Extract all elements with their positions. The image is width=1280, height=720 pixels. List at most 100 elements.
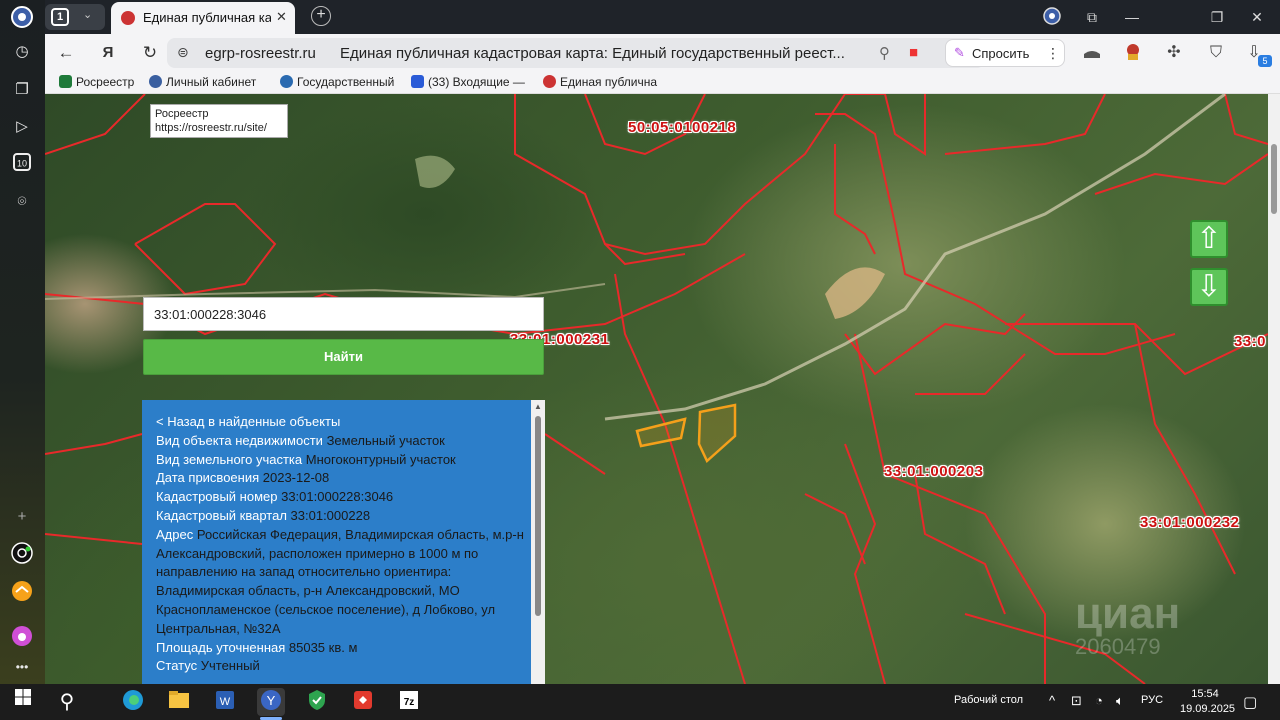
clock[interactable]: 15:54 19.09.2025	[1180, 687, 1235, 717]
calendar-icon[interactable]: 10	[10, 152, 34, 176]
site-info-icon[interactable]: ⊜	[177, 44, 189, 61]
bookmark-item[interactable]: Росреестр	[59, 75, 134, 91]
collections-icon[interactable]: ❐	[10, 78, 34, 102]
bookmark-favicon-icon	[149, 75, 162, 88]
info-scrollbar[interactable]: ▲	[531, 400, 545, 684]
ask-button[interactable]: ✎ Спросить ⋮	[945, 39, 1065, 67]
restore-button[interactable]: ❐	[1205, 6, 1229, 28]
security-app-icon[interactable]	[303, 688, 331, 716]
anydesk-icon[interactable]	[349, 688, 377, 716]
url-domain: egrp-rosreestr.ru	[205, 45, 316, 62]
wifi-icon[interactable]: ◔	[1095, 693, 1103, 708]
history-icon[interactable]: ◷	[10, 40, 34, 64]
yandex-logo-icon[interactable]: Я	[97, 42, 119, 64]
tooltip-title: Росреестр	[155, 108, 209, 120]
extensions-puzzle-icon[interactable]: ✣	[1163, 42, 1185, 64]
notifications-icon[interactable]: ▢	[1243, 693, 1257, 711]
info-row: Вид земельного участка Многоконтурный уч…	[156, 451, 456, 467]
scroll-thumb[interactable]	[535, 416, 541, 616]
chevron-down-icon: ⌄	[83, 9, 93, 21]
back-arrow-icon[interactable]: ←	[55, 42, 77, 64]
bookmark-favicon-icon	[543, 75, 556, 88]
file-explorer-icon[interactable]	[165, 688, 193, 716]
navigation-bar: ← Я ↻ ⊜ egrp-rosreestr.ru Единая публичн…	[45, 34, 1280, 72]
info-row: Кадастровый квартал 33:01:000228	[156, 507, 371, 523]
tab-strip: 1 ⌄ Единая публичная када ✕ + ⧉ — ❐ ✕	[45, 0, 1280, 34]
screen: ◷ ❐ ▷ 10 ⌾ + ••• 1 ⌄ Единая публичная ка…	[0, 0, 1280, 720]
chat-icon: ✎	[954, 45, 965, 60]
desktop-label[interactable]: Рабочий стол	[954, 694, 1023, 706]
info-row: Вид объекта недвижимости Земельный участ…	[156, 432, 445, 448]
add-panel-icon[interactable]: +	[10, 505, 34, 529]
pin-icon[interactable]: ⚲	[879, 44, 890, 62]
network-icon[interactable]: ⊡	[1071, 693, 1082, 709]
download-icon[interactable]	[1081, 42, 1103, 64]
reading-mode-icon[interactable]: ⧉	[1080, 6, 1104, 28]
cadastral-map[interactable]: 50:05:0100218 33:01:000231 33:01:000203 …	[45, 94, 1268, 684]
language-indicator[interactable]: РУС	[1141, 694, 1163, 706]
new-tab-button[interactable]: +	[311, 6, 331, 26]
tab-count: 1	[51, 8, 69, 26]
page-scroll-thumb[interactable]	[1271, 144, 1277, 214]
arrow-down-button[interactable]: ⇩	[1190, 268, 1228, 306]
bookmark-item[interactable]: Государственный	[280, 75, 398, 91]
reload-icon[interactable]: ↻	[139, 42, 161, 64]
search-icon[interactable]: ⚲	[53, 688, 81, 716]
back-to-results-link[interactable]: < Назад в найденные объекты	[156, 413, 526, 432]
watermark-brand: циан	[1075, 589, 1181, 638]
ask-button-label: Спросить	[972, 46, 1030, 61]
info-row: Статус Учтенный	[156, 658, 260, 674]
browser-logo-icon[interactable]	[10, 5, 34, 29]
screenshot-icon[interactable]: ⌾	[10, 190, 34, 214]
yandex-browser-icon[interactable]: Y	[257, 688, 285, 716]
more-icon[interactable]: •••	[10, 655, 34, 679]
quarter-label: 33:0	[1234, 333, 1267, 350]
svg-text:Y: Y	[267, 693, 276, 708]
close-icon[interactable]: ✕	[276, 9, 287, 25]
info-row: Площадь уточненная 85035 кв. м	[156, 639, 358, 655]
url-page-title: Единая публичная кадастровая карта: Един…	[340, 45, 845, 62]
address-bar[interactable]: ⊜ egrp-rosreestr.ru Единая публичная кад…	[167, 38, 985, 68]
svg-text:W: W	[220, 696, 231, 708]
tab-active[interactable]: Единая публичная када ✕	[111, 2, 295, 34]
assistant-icon[interactable]	[10, 625, 34, 649]
edge-icon[interactable]	[119, 688, 147, 716]
word-icon[interactable]: W	[211, 688, 239, 716]
chevron-up-icon[interactable]: ^	[1049, 693, 1055, 708]
taskbar: ⚲ W Y 7z Рабочий стол ^ ⊡ ◔ 🔈︎ РУС 15:54…	[0, 684, 1280, 720]
find-button[interactable]: Найти	[143, 339, 544, 375]
object-info-panel: < Назад в найденные объекты Вид объекта …	[142, 400, 545, 684]
svg-text:10: 10	[17, 159, 27, 169]
tab-counter-button[interactable]: 1 ⌄	[45, 4, 105, 30]
bookmark-item[interactable]: Личный кабинет	[149, 75, 267, 91]
alice-icon[interactable]	[10, 542, 34, 566]
7zip-icon[interactable]: 7z	[395, 688, 423, 716]
arrow-up-button[interactable]: ⇧	[1190, 220, 1228, 258]
svg-text:7z: 7z	[404, 697, 415, 708]
page-scrollbar[interactable]	[1268, 94, 1280, 684]
link-tooltip: Росреестр https://rosreestr.ru/site/	[150, 104, 288, 138]
close-window-button[interactable]: ✕	[1245, 6, 1269, 28]
tooltip-url: https://rosreestr.ru/site/	[155, 122, 267, 134]
quarter-label: 33:01:000203	[884, 463, 984, 480]
watermark-phone: 2060479	[1075, 634, 1161, 659]
bookmark-item[interactable]: (33) Входящие —	[411, 75, 525, 91]
bookmark-icon[interactable]: ■	[909, 44, 918, 61]
bookmark-favicon-icon	[59, 75, 72, 88]
shield-icon[interactable]: ⛉	[1205, 42, 1227, 64]
extension-avatar-icon[interactable]	[1122, 42, 1144, 64]
video-icon[interactable]: ▷	[10, 115, 34, 139]
more-vertical-icon[interactable]: ⋮	[1046, 45, 1060, 62]
browser-sidebar: ◷ ❐ ▷ 10 ⌾ + •••	[0, 0, 45, 684]
windows-start-icon[interactable]	[9, 688, 37, 716]
bookmark-item[interactable]: Единая публична	[543, 75, 661, 91]
profile-icon[interactable]	[1040, 6, 1064, 28]
scroll-up-icon[interactable]: ▲	[534, 402, 542, 411]
volume-icon[interactable]: 🔈︎	[1116, 693, 1124, 709]
cadastral-search-input[interactable]	[143, 297, 544, 331]
mail-app-icon[interactable]	[10, 580, 34, 604]
mail-icon	[411, 75, 424, 88]
minimize-button[interactable]: —	[1120, 6, 1144, 28]
info-row: Кадастровый номер 33:01:000228:3046	[156, 489, 394, 505]
object-info-content: < Назад в найденные объекты Вид объекта …	[156, 413, 526, 676]
